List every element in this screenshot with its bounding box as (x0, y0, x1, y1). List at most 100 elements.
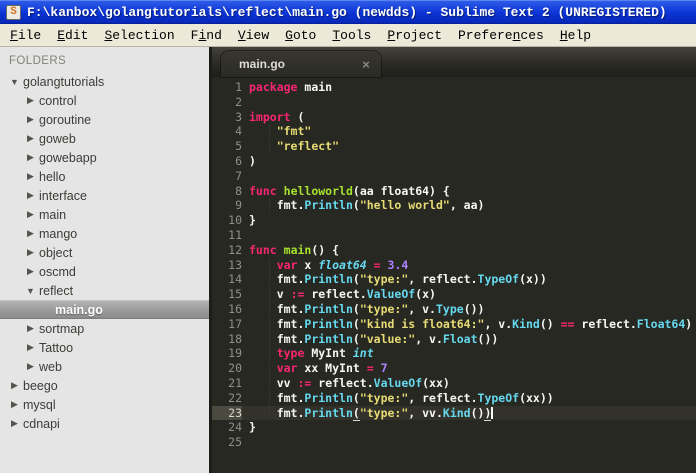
sidebar-item-mysql[interactable]: ▶ mysql (0, 395, 209, 414)
collapsed-arrow-icon[interactable]: ▶ (22, 323, 39, 334)
sidebar-item-hello[interactable]: ▶ hello (0, 167, 209, 186)
sidebar-item-control[interactable]: ▶ control (0, 91, 209, 110)
menu-find[interactable]: Find (183, 26, 230, 45)
code-line[interactable]: 24} (212, 420, 696, 435)
code-token: v (276, 287, 291, 302)
code-token: , v. (415, 331, 443, 346)
code-line[interactable]: 9 fmt.Println("hello world", aa) (212, 198, 696, 213)
menu-selection[interactable]: Selection (96, 26, 182, 45)
code-token (249, 287, 277, 302)
line-number: 25 (228, 435, 242, 450)
menu-bar: File Edit Selection Find View Goto Tools Projec… (0, 24, 696, 47)
sidebar-item-gowebapp[interactable]: ▶ gowebapp (0, 148, 209, 167)
collapsed-arrow-icon[interactable]: ▶ (22, 247, 39, 258)
code-token: "type:" (359, 405, 409, 420)
code-line[interactable]: 10} (212, 213, 696, 228)
code-line[interactable]: 21 vv := reflect.ValueOf(xx) (212, 376, 696, 391)
line-number: 16 (228, 301, 242, 316)
sidebar-item-beego[interactable]: ▶ beego (0, 376, 209, 395)
expanded-arrow-icon[interactable]: ▼ (6, 77, 23, 87)
code-token: "type:" (359, 390, 409, 405)
sidebar-item-main-go[interactable]: main.go (0, 300, 209, 319)
collapsed-arrow-icon[interactable]: ▶ (22, 133, 39, 144)
menu-project[interactable]: Project (379, 26, 450, 45)
menu-edit[interactable]: Edit (49, 26, 96, 45)
line-number: 14 (228, 272, 242, 287)
code-line[interactable]: 4 "fmt" (212, 124, 696, 139)
menu-tools[interactable]: Tools (324, 26, 379, 45)
line-number: 11 (228, 227, 242, 242)
code-token: ValueOf (373, 375, 423, 390)
line-number: 13 (228, 257, 242, 272)
code-token: 3.4 (387, 257, 409, 272)
code-line[interactable]: 11 (212, 228, 696, 243)
sidebar-item-object[interactable]: ▶ object (0, 243, 209, 262)
collapsed-arrow-icon[interactable]: ▶ (22, 342, 39, 353)
sidebar-item-mango[interactable]: ▶ mango (0, 224, 209, 243)
code-line[interactable]: 22 fmt.Println("type:", reflect.TypeOf(x… (212, 391, 696, 406)
collapsed-arrow-icon[interactable]: ▶ (22, 228, 39, 239)
code-line[interactable]: 3 import ( (212, 110, 696, 125)
expanded-arrow-icon[interactable]: ▼ (22, 286, 39, 296)
menu-view[interactable]: View (230, 26, 277, 45)
code-line[interactable]: 8 func helloworld(aa float64) { (212, 184, 696, 199)
code-line[interactable]: 15 v := reflect.ValueOf(x) (212, 287, 696, 302)
code-token: reflect. (304, 287, 367, 302)
sidebar-item-reflect[interactable]: ▼ reflect (0, 281, 209, 300)
collapsed-arrow-icon[interactable]: ▶ (22, 95, 39, 106)
code-token: helloworld (283, 183, 353, 198)
menu-help[interactable]: Help (552, 26, 599, 45)
code-token: "type:" (359, 301, 409, 316)
collapsed-arrow-icon[interactable]: ▶ (22, 114, 39, 125)
sidebar-item-goweb[interactable]: ▶ goweb (0, 129, 209, 148)
tree-item-label: control (39, 93, 77, 108)
sidebar-item-golangtutorials[interactable]: ▼ golangtutorials (0, 72, 209, 91)
sidebar-item-tattoo[interactable]: ▶ Tattoo (0, 338, 209, 357)
code-line[interactable]: 12 func main() { (212, 243, 696, 258)
tab-close-icon[interactable]: × (359, 58, 373, 71)
sidebar-item-web[interactable]: ▶ web (0, 357, 209, 376)
collapsed-arrow-icon[interactable]: ▶ (22, 190, 39, 201)
tree-item-label: Tattoo (39, 340, 74, 355)
code-line[interactable]: 1 package main (212, 80, 696, 95)
code-token: TypeOf (477, 272, 520, 287)
collapsed-arrow-icon[interactable]: ▶ (6, 380, 23, 391)
menu-goto[interactable]: Goto (277, 26, 324, 45)
sidebar-item-cdnapi[interactable]: ▶ cdnapi (0, 414, 209, 433)
sidebar-item-interface[interactable]: ▶ interface (0, 186, 209, 205)
code-token: "hello world" (359, 198, 450, 213)
code-line[interactable]: 16 fmt.Println("type:", v.Type()) (212, 302, 696, 317)
sidebar-item-oscmd[interactable]: ▶ oscmd (0, 262, 209, 281)
collapsed-arrow-icon[interactable]: ▶ (6, 418, 23, 429)
collapsed-arrow-icon[interactable]: ▶ (22, 209, 39, 220)
code-area[interactable]: 1 package main 2 3 import (4 "fmt" 5 "reflect… (212, 77, 696, 473)
collapsed-arrow-icon[interactable]: ▶ (22, 361, 39, 372)
code-line[interactable]: 5 "reflect" (212, 139, 696, 154)
collapsed-arrow-icon[interactable]: ▶ (22, 171, 39, 182)
code-line[interactable]: 25 (212, 435, 696, 450)
sidebar-item-goroutine[interactable]: ▶ goroutine (0, 110, 209, 129)
tab-main-go[interactable]: main.go × (221, 51, 381, 77)
code-line[interactable]: 17 fmt.Println("kind is float64:", v.Kin… (212, 317, 696, 332)
code-line[interactable]: 2 (212, 95, 696, 110)
collapsed-arrow-icon[interactable]: ▶ (22, 266, 39, 277)
code-line[interactable]: 20 var xx MyInt = 7 (212, 361, 696, 376)
code-line[interactable]: 23 fmt.Println("type:", vv.Kind()) (212, 405, 696, 421)
line-number: 9 (235, 198, 242, 213)
code-line[interactable]: 6) (212, 154, 696, 169)
code-line[interactable]: 7 (212, 169, 696, 184)
code-line[interactable]: 13 var x float64 = 3.4 (212, 258, 696, 273)
code-line[interactable]: 19 type MyInt int (212, 346, 696, 361)
folders-header: FOLDERS (9, 55, 67, 67)
collapsed-arrow-icon[interactable]: ▶ (22, 152, 39, 163)
sidebar-item-main[interactable]: ▶ main (0, 205, 209, 224)
code-line[interactable]: 14 fmt.Println("type:", reflect.TypeOf(x… (212, 272, 696, 287)
menu-preferences[interactable]: Preferences (450, 26, 552, 45)
sidebar-item-sortmap[interactable]: ▶ sortmap (0, 319, 209, 338)
collapsed-arrow-icon[interactable]: ▶ (6, 399, 23, 410)
line-number: 15 (228, 287, 242, 302)
code-line[interactable]: 18 fmt.Println("value:", v.Float()) (212, 332, 696, 347)
menu-file[interactable]: File (2, 26, 49, 45)
code-token: () (470, 405, 485, 420)
